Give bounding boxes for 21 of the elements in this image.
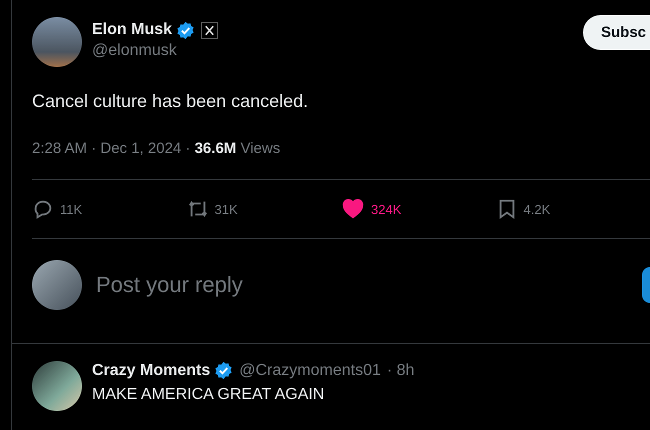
like-action-button[interactable]: 324K	[341, 198, 496, 220]
avatar-photo-placeholder[interactable]	[32, 17, 82, 67]
author-name[interactable]: Elon Musk	[92, 21, 172, 39]
reply-author-name[interactable]: Crazy Moments	[92, 362, 210, 380]
user-avatar-photo-placeholder[interactable]	[32, 260, 82, 310]
repost-action-button[interactable]: 31K	[186, 198, 341, 220]
post-text: Cancel culture has been canceled.	[32, 91, 310, 112]
bookmark-action-button[interactable]: 4.2K	[496, 197, 650, 221]
speech-bubble-icon	[32, 198, 54, 220]
reply-action-button[interactable]: 11K	[32, 198, 186, 220]
heart-icon	[341, 198, 365, 220]
reply-input-field[interactable]: Post your reply	[94, 271, 642, 299]
subscribe-button[interactable]: Subsc	[582, 14, 650, 50]
reply-time: · 8h	[386, 362, 414, 380]
repost-icon	[186, 198, 208, 220]
post-button[interactable]	[642, 267, 650, 303]
reply-author-handle[interactable]: @Crazymoments01	[239, 362, 381, 380]
author-handle[interactable]: @elonmusk	[92, 42, 218, 60]
reply-avatar-photo-placeholder[interactable]	[32, 361, 82, 411]
reply-text: MAKE AMERICA GREAT AGAIN	[92, 386, 326, 404]
post-timestamp-views: 2:28 AM · Dec 1, 2024 · 36.6M Views	[32, 140, 282, 157]
